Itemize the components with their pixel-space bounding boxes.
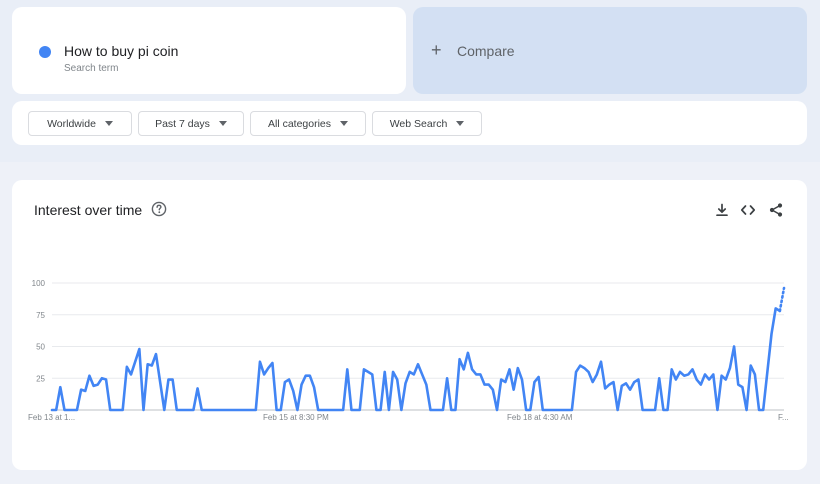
y-tick-label: 50 [36,343,45,352]
filter-bar: Worldwide Past 7 days All categories Web… [12,101,807,145]
filter-region-label: Worldwide [47,117,96,130]
plus-icon: + [431,40,442,60]
filter-region-dropdown[interactable]: Worldwide [28,111,132,136]
x-tick-label: F... [778,413,789,422]
line-chart: 25 50 75 100 Feb 13 at 1... Feb 15 at 8:30 P… [28,279,789,422]
filter-category-dropdown[interactable]: All categories [250,111,366,136]
series-line [50,307,782,412]
caret-down-icon [340,121,349,126]
filter-property-dropdown[interactable]: Web Search [372,111,482,136]
y-tick-label: 100 [32,279,46,288]
interest-over-time-card: Interest over time 25 50 75 100 Feb 13 at 1… [12,180,807,470]
x-tick-label: Feb 13 at 1... [28,413,75,422]
series-line-partial [778,286,786,313]
caret-down-icon [104,121,113,126]
filter-time-label: Past 7 days [155,117,210,130]
compare-button[interactable]: + Compare [413,7,807,94]
y-tick-label: 25 [36,374,45,383]
series-color-dot [39,46,51,58]
x-tick-label: Feb 15 at 8:30 PM [263,413,329,422]
search-term-title[interactable]: How to buy pi coin [64,43,178,59]
filter-time-dropdown[interactable]: Past 7 days [138,111,244,136]
search-term-card[interactable]: How to buy pi coin Search term [12,7,406,94]
x-tick-label: Feb 18 at 4:30 AM [507,413,573,422]
search-term-subtitle: Search term [64,63,119,74]
compare-label: Compare [457,43,515,59]
caret-down-icon [218,121,227,126]
filter-property-label: Web Search [389,117,448,130]
filter-category-label: All categories [267,117,332,130]
caret-down-icon [456,121,465,126]
y-tick-label: 75 [36,311,45,320]
